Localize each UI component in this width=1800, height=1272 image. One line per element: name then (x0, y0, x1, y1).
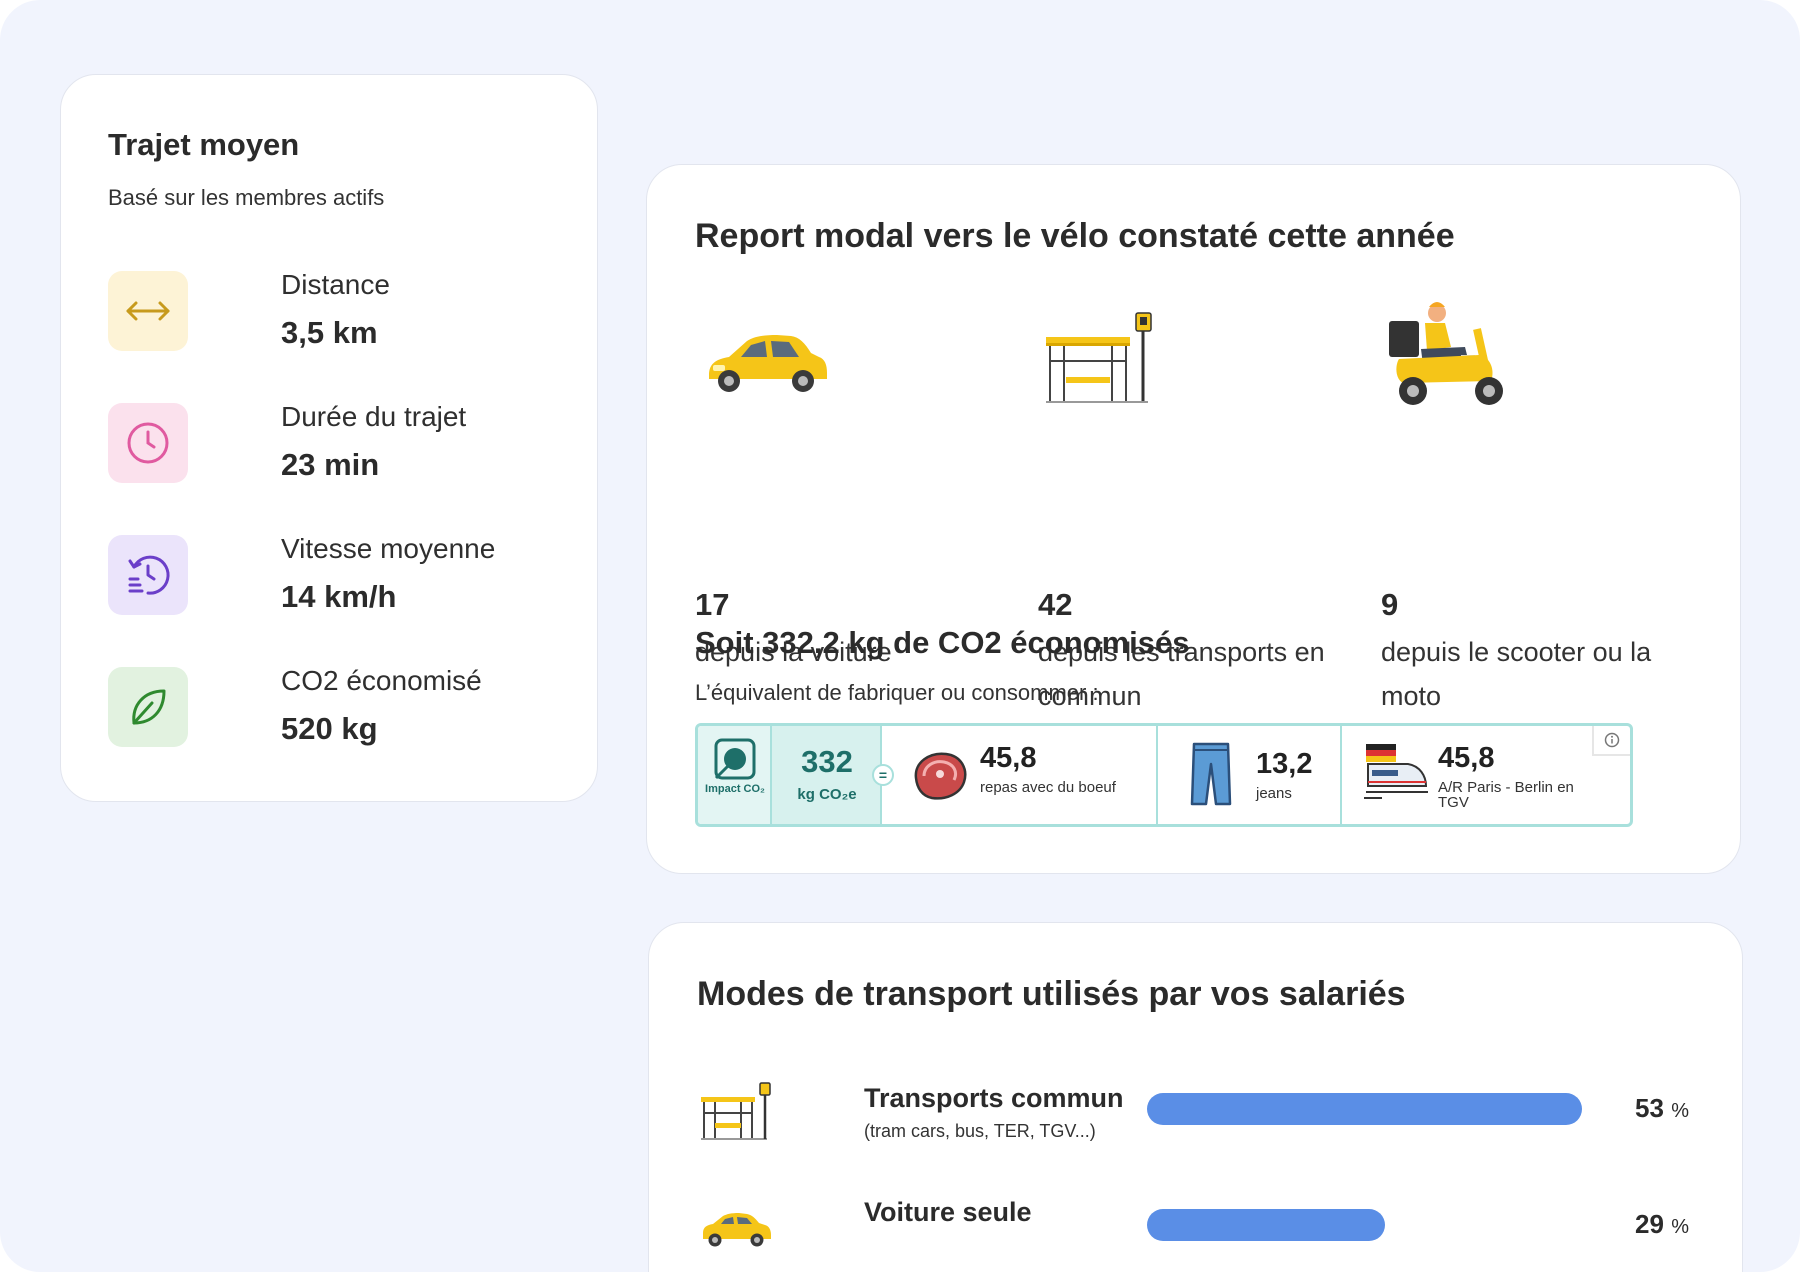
mode-bar-fill (1147, 1093, 1582, 1125)
impact-item-value: 45,8 (980, 742, 1037, 774)
impact-co2-logo-text: Impact CO₂ (705, 783, 765, 795)
bus-stop-illustration (1038, 305, 1178, 425)
speed-history-icon (108, 535, 188, 615)
impact-item-label: A/R Paris - Berlin en TGV (1438, 779, 1574, 811)
mode-row-car: Voiture seule 29 % (697, 1195, 1707, 1272)
metric-value: 3,5 km (281, 315, 378, 350)
average-trip-card: Trajet moyen Basé sur les membres actifs… (60, 74, 598, 802)
transport-modes-card: Modes de transport utilisés par vos sala… (648, 922, 1743, 1272)
impact-item-value: 45,8 (1438, 742, 1495, 774)
average-trip-subtitle: Basé sur les membres actifs (108, 185, 385, 210)
jeans-icon (1190, 742, 1232, 806)
dashboard-background: Trajet moyen Basé sur les membres actifs… (0, 0, 1800, 1272)
impact-total-unit: kg CO₂e (797, 786, 857, 803)
transport-modes-title: Modes de transport utilisés par vos sala… (697, 975, 1406, 1013)
impact-item-label: jeans (1256, 785, 1292, 802)
steak-icon (914, 752, 967, 800)
shift-number: 9 (1381, 587, 1399, 622)
horizontal-arrows-icon (108, 271, 188, 351)
mode-percentage-value: 53 (1635, 1093, 1664, 1123)
shift-text: depuis le scooter ou la moto (1381, 637, 1652, 711)
bus-stop-icon (697, 1081, 775, 1151)
modal-shift-card: Report modal vers le vélo constaté cette… (646, 164, 1741, 874)
metric-label: Distance (281, 269, 390, 300)
impact-co2-widget[interactable]: Impact CO₂ 332 kg CO₂e = 45,8 repas avec… (695, 723, 1633, 827)
metric-value: 520 kg (281, 711, 378, 746)
mode-percentage-unit: % (1671, 1216, 1689, 1238)
impact-total: 332 kg CO₂e (772, 726, 882, 824)
metric-speed: Vitesse moyenne 14 km/h (108, 533, 548, 615)
metric-duration: Durée du trajet 23 min (108, 401, 548, 483)
co2-saved-title: Soit 332,2 kg de CO2 économisés (695, 625, 1190, 660)
metric-co2: CO2 économisé 520 kg (108, 665, 548, 747)
modal-shift-title: Report modal vers le vélo constaté cette… (695, 217, 1455, 255)
impact-total-value: 332 (801, 744, 853, 779)
impact-item-beef: 45,8 repas avec du boeuf (882, 726, 1158, 824)
mode-percentage-unit: % (1671, 1100, 1689, 1122)
mode-percentage: 53 % (1635, 1093, 1689, 1124)
shift-number: 17 (695, 587, 730, 622)
car-illustration (695, 305, 835, 425)
mode-row-transit: Transports commun (tram cars, bus, TER, … (697, 1081, 1707, 1161)
impact-item-label: repas avec du boeuf (980, 779, 1116, 796)
mode-bar-track (1147, 1093, 1640, 1125)
train-icon (1364, 744, 1428, 799)
impact-item-jeans: 13,2 jeans (1158, 726, 1342, 824)
impact-item-value: 13,2 (1256, 748, 1313, 780)
mode-label: Voiture seule (864, 1197, 1032, 1227)
metric-label: Vitesse moyenne (281, 533, 496, 564)
mode-bar-track (1147, 1209, 1640, 1241)
mode-percentage: 29 % (1635, 1209, 1689, 1240)
metric-distance: Distance 3,5 km (108, 269, 548, 351)
clock-icon (108, 403, 188, 483)
metric-label: Durée du trajet (281, 401, 467, 432)
impact-co2-logo: Impact CO₂ (698, 726, 772, 824)
mode-sublabel: (tram cars, bus, TER, TGV...) (864, 1121, 1096, 1141)
co2-saved-subtitle: L’équivalent de fabriquer ou consommer : (695, 680, 1099, 705)
mode-bar-fill (1147, 1209, 1385, 1241)
metric-value: 14 km/h (281, 579, 397, 614)
metric-label: CO2 économisé (281, 665, 482, 696)
average-trip-title: Trajet moyen (108, 127, 300, 162)
mode-label: Transports commun (864, 1083, 1124, 1113)
info-icon[interactable] (1592, 726, 1630, 756)
impact-item-train: 45,8 A/R Paris - Berlin en TGV (1342, 726, 1630, 824)
scooter-illustration (1381, 293, 1521, 423)
leaf-icon (108, 667, 188, 747)
metric-value: 23 min (281, 447, 380, 482)
shift-number: 42 (1038, 587, 1073, 622)
car-icon (697, 1195, 775, 1265)
mode-percentage-value: 29 (1635, 1209, 1664, 1239)
